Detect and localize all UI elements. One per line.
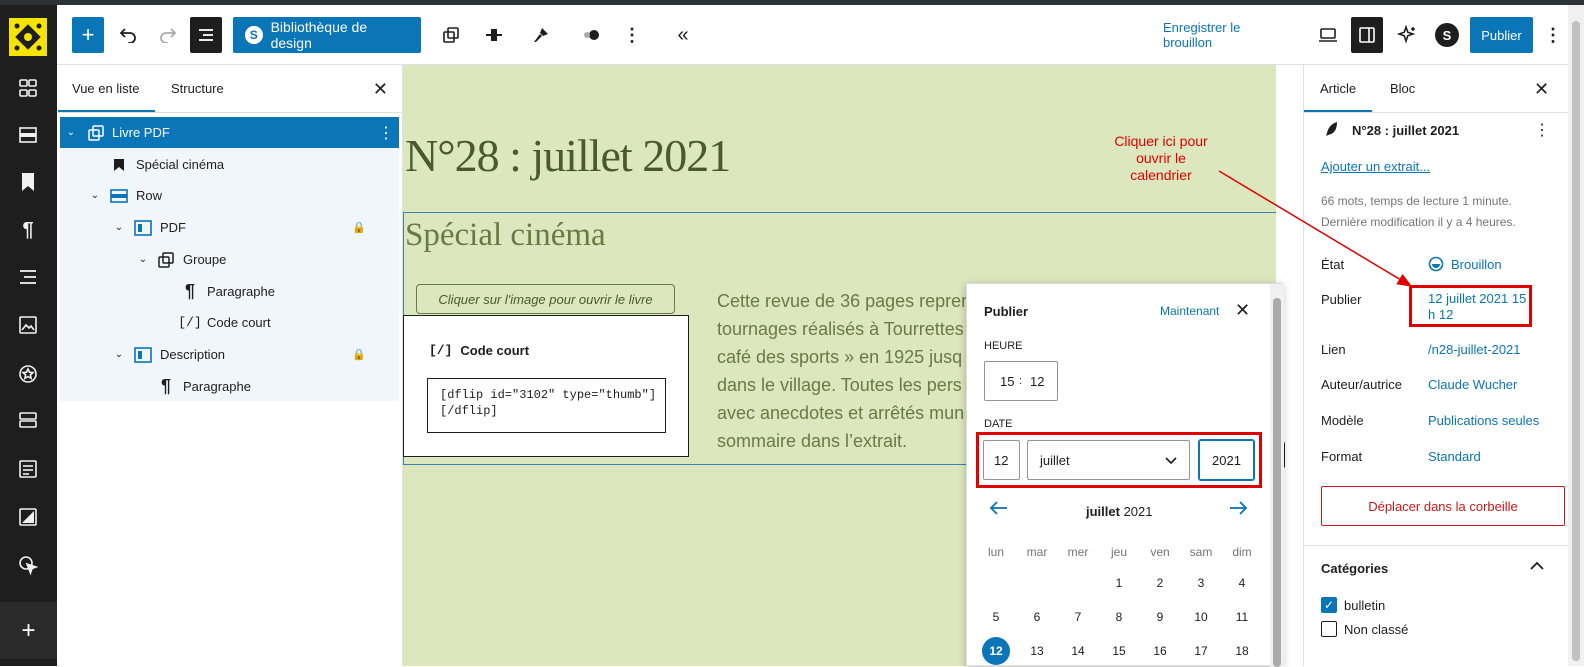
annotation-highlight-publish xyxy=(1409,285,1532,327)
annotation-highlight-date xyxy=(976,432,1262,488)
annotation-arrow xyxy=(1218,170,1413,287)
